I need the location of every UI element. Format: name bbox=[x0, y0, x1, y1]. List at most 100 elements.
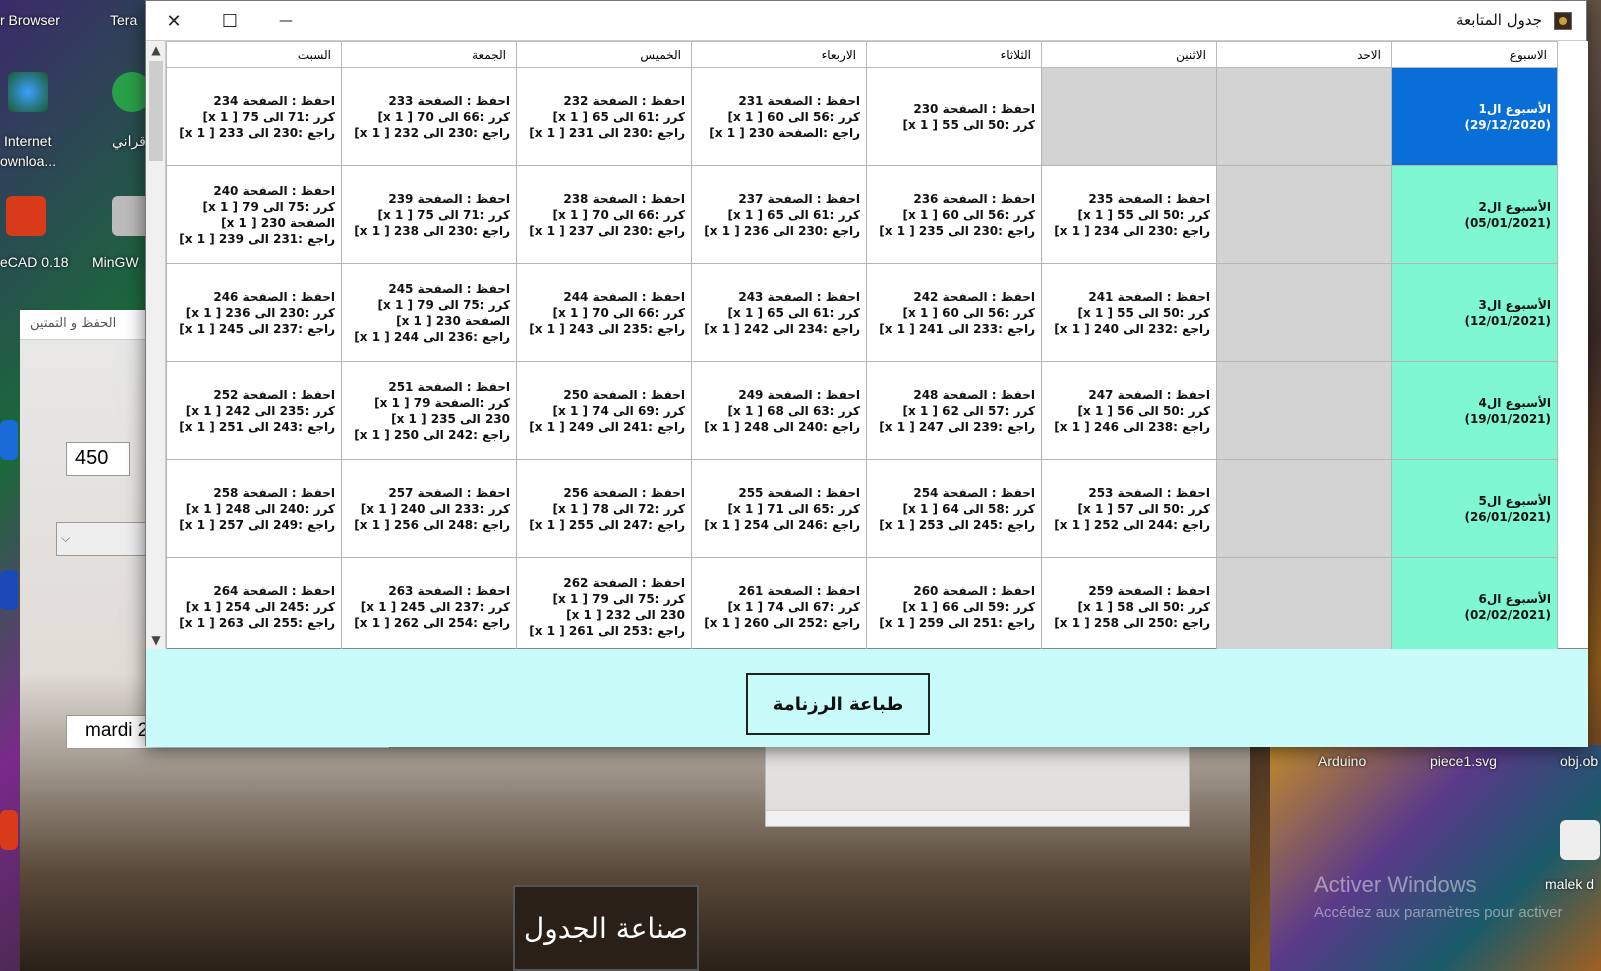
vertical-scrollbar[interactable]: ▲ ▼ bbox=[146, 41, 166, 649]
make-table-button[interactable]: صناعة الجدول bbox=[513, 885, 699, 971]
task-line: كرر :50 الى 55 [ 1 x] bbox=[1077, 207, 1210, 222]
week-date: (19/01/2021) bbox=[1464, 411, 1551, 426]
print-calendar-button[interactable]: طباعة الرزنامة bbox=[746, 673, 930, 735]
day-task-cell[interactable]: احفظ : الصفحة 247 كرر :50 الى 56 [ 1 x] را… bbox=[1041, 361, 1217, 460]
desktop-icon-tera-label[interactable]: Tera bbox=[110, 12, 137, 28]
task-line: احفظ : الصفحة 260 bbox=[913, 583, 1035, 598]
day-task-cell[interactable]: احفظ : الصفحة 264 كرر :245 الى 254 [ 1 x]… bbox=[166, 557, 342, 649]
week-cell[interactable]: الأسبوع ال2 (05/01/2021) bbox=[1391, 165, 1558, 264]
empty-day-cell[interactable] bbox=[1216, 557, 1392, 649]
desktop-icon-arduino-label[interactable]: Arduino bbox=[1318, 753, 1366, 769]
day-task-cell[interactable]: احفظ : الصفحة 231 كرر :56 الى 60 [ 1 x] را… bbox=[691, 67, 867, 166]
minimize-button[interactable]: — bbox=[258, 1, 314, 41]
day-task-cell[interactable]: احفظ : الصفحة 261 كرر :67 الى 74 [ 1 x] را… bbox=[691, 557, 867, 649]
day-task-cell[interactable]: احفظ : الصفحة 257 كرر :233 الى 240 [ 1 x]… bbox=[341, 459, 517, 558]
week-cell[interactable]: الأسبوع ال5 (26/01/2021) bbox=[1391, 459, 1558, 558]
day-task-cell[interactable]: احفظ : الصفحة 243 كرر :61 الى 65 [ 1 x] را… bbox=[691, 263, 867, 362]
day-task-cell[interactable]: احفظ : الصفحة 246 كرر :230 الى 236 [ 1 x]… bbox=[166, 263, 342, 362]
desktop-icon-download-label[interactable]: ownloa... bbox=[0, 153, 56, 169]
day-task-cell[interactable]: احفظ : الصفحة 262 كرر :75 الى 79 [ 1 x] 23… bbox=[516, 557, 692, 649]
maximize-button[interactable]: ☐ bbox=[202, 1, 258, 41]
side-app-icon-2[interactable] bbox=[0, 570, 18, 610]
day-task-cell[interactable]: احفظ : الصفحة 244 كرر :66 الى 70 [ 1 x] را… bbox=[516, 263, 692, 362]
header-friday[interactable]: الجمعة bbox=[341, 41, 517, 68]
horizontal-scrollbar[interactable] bbox=[766, 810, 1189, 826]
header-thursday[interactable]: الخميس bbox=[516, 41, 692, 68]
day-task-cell[interactable]: احفظ : الصفحة 232 كرر :61 الى 65 [ 1 x] را… bbox=[516, 67, 692, 166]
scroll-up-icon[interactable]: ▲ bbox=[146, 41, 166, 59]
week-label: الأسبوع ال4 bbox=[1478, 395, 1551, 410]
day-task-cell[interactable]: احفظ : الصفحة 242 كرر :56 الى 60 [ 1 x] را… bbox=[866, 263, 1042, 362]
desktop-icon-obj-label[interactable]: obj.ob bbox=[1560, 753, 1598, 769]
freecad-icon[interactable] bbox=[6, 196, 46, 236]
scroll-thumb[interactable] bbox=[149, 61, 163, 161]
day-task-cell[interactable]: احفظ : الصفحة 238 كرر :66 الى 70 [ 1 x] را… bbox=[516, 165, 692, 264]
empty-day-cell[interactable] bbox=[1216, 263, 1392, 362]
day-task-cell[interactable]: احفظ : الصفحة 241 كرر :50 الى 55 [ 1 x] را… bbox=[1041, 263, 1217, 362]
week-cell[interactable]: الأسبوع ال3 (12/01/2021) bbox=[1391, 263, 1558, 362]
desktop-icon-quran-label[interactable]: قراني bbox=[112, 133, 146, 150]
side-app-icon[interactable] bbox=[0, 420, 18, 460]
desktop-icon-internet-label[interactable]: Internet bbox=[4, 133, 51, 149]
day-task-cell[interactable]: احفظ : الصفحة 250 كرر :69 الى 74 [ 1 x] را… bbox=[516, 361, 692, 460]
day-task-cell[interactable]: احفظ : الصفحة 236 كرر :56 الى 60 [ 1 x] را… bbox=[866, 165, 1042, 264]
day-task-cell[interactable]: احفظ : الصفحة 249 كرر :63 الى 68 [ 1 x] را… bbox=[691, 361, 867, 460]
desktop-icon-freecad-label[interactable]: eCAD 0.18 bbox=[0, 254, 68, 270]
day-task-cell[interactable]: احفظ : الصفحة 237 كرر :61 الى 65 [ 1 x] را… bbox=[691, 165, 867, 264]
day-task-cell[interactable]: احفظ : الصفحة 255 كرر :65 الى 71 [ 1 x] را… bbox=[691, 459, 867, 558]
empty-day-cell[interactable] bbox=[1216, 361, 1392, 460]
header-wednesday[interactable]: الاربعاء bbox=[691, 41, 867, 68]
pdf-file-icon[interactable] bbox=[1560, 820, 1600, 860]
close-button[interactable]: ✕ bbox=[146, 1, 202, 41]
day-task-cell[interactable]: احفظ : الصفحة 253 كرر :50 الى 57 [ 1 x] را… bbox=[1041, 459, 1217, 558]
table-row: الأسبوع ال1 (29/12/2020) احفظ : الصفحة 230… bbox=[166, 67, 1558, 166]
day-task-cell[interactable]: احفظ : الصفحة 259 كرر :50 الى 58 [ 1 x] را… bbox=[1041, 557, 1217, 649]
header-sunday[interactable]: الاحد bbox=[1216, 41, 1392, 68]
task-line: كرر :237 الى 245 [ 1 x] bbox=[360, 599, 510, 614]
internet-download-icon[interactable] bbox=[8, 72, 48, 112]
empty-day-cell[interactable] bbox=[1216, 67, 1392, 166]
day-task-cell[interactable]: احفظ : الصفحة 239 كرر :71 الى 75 [ 1 x] را… bbox=[341, 165, 517, 264]
task-line: كرر :50 الى 55 [ 1 x] bbox=[1077, 305, 1210, 320]
week-date: (26/01/2021) bbox=[1464, 509, 1551, 524]
day-task-cell[interactable]: احفظ : الصفحة 256 كرر :72 الى 78 [ 1 x] را… bbox=[516, 459, 692, 558]
number-input[interactable]: 450 bbox=[66, 442, 130, 476]
empty-day-cell[interactable] bbox=[1216, 459, 1392, 558]
header-week[interactable]: الاسبوع bbox=[1391, 41, 1558, 68]
task-line: راجع :250 الى 258 [ 1 x] bbox=[1054, 615, 1210, 630]
header-saturday[interactable]: السبت bbox=[166, 41, 342, 68]
week-cell[interactable]: الأسبوع ال4 (19/01/2021) bbox=[1391, 361, 1558, 460]
day-task-cell[interactable]: احفظ : الصفحة 258 كرر :240 الى 248 [ 1 x]… bbox=[166, 459, 342, 558]
day-task-cell[interactable]: احفظ : الصفحة 252 كرر :235 الى 242 [ 1 x]… bbox=[166, 361, 342, 460]
task-line: احفظ : الصفحة 251 bbox=[388, 379, 510, 394]
header-tuesday[interactable]: الثلاثاء bbox=[866, 41, 1042, 68]
empty-day-cell[interactable] bbox=[1216, 165, 1392, 264]
day-task-cell[interactable]: احفظ : الصفحة 260 كرر :59 الى 66 [ 1 x] را… bbox=[866, 557, 1042, 649]
desktop-icon-piece1-label[interactable]: piece1.svg bbox=[1430, 753, 1497, 769]
day-task-cell[interactable]: احفظ : الصفحة 240 كرر :75 الى 79 [ 1 x] ال… bbox=[166, 165, 342, 264]
schedule-grid[interactable]: ▲ ▼ الاسبوع الاحد الاثنين الثلاثاء الارب… bbox=[146, 41, 1588, 649]
empty-day-cell[interactable] bbox=[1041, 67, 1217, 166]
week-label: الأسبوع ال5 bbox=[1478, 493, 1551, 508]
side-app-icon-3[interactable] bbox=[0, 810, 18, 850]
close-icon: ✕ bbox=[166, 10, 182, 32]
day-task-cell[interactable]: احفظ : الصفحة 248 كرر :57 الى 62 [ 1 x] را… bbox=[866, 361, 1042, 460]
desktop-icon-mingw-label[interactable]: MinGW bbox=[92, 254, 139, 270]
week-cell[interactable]: الأسبوع ال6 (02/02/2021) bbox=[1391, 557, 1558, 649]
day-task-cell[interactable]: احفظ : الصفحة 245 كرر :75 الى 79 [ 1 x] ال… bbox=[341, 263, 517, 362]
day-task-cell[interactable]: احفظ : الصفحة 234 كرر :71 الى 75 [ 1 x] را… bbox=[166, 67, 342, 166]
day-task-cell[interactable]: احفظ : الصفحة 235 كرر :50 الى 55 [ 1 x] را… bbox=[1041, 165, 1217, 264]
desktop-icon-browser-label[interactable]: r Browser bbox=[0, 12, 60, 28]
header-monday[interactable]: الاثنين bbox=[1041, 41, 1217, 68]
desktop-icon-malek-label[interactable]: malek d bbox=[1545, 876, 1594, 892]
scroll-down-icon[interactable]: ▼ bbox=[146, 631, 166, 649]
day-task-cell[interactable]: احفظ : الصفحة 230 كرر :50 الى 55 [ 1 x] bbox=[866, 67, 1042, 166]
week-cell[interactable]: الأسبوع ال1 (29/12/2020) bbox=[1391, 67, 1558, 166]
task-line: كرر :61 الى 65 [ 1 x] bbox=[552, 109, 685, 124]
day-task-cell[interactable]: احفظ : الصفحة 251 كرر :الصفحة 79 [ 1 x] 23… bbox=[341, 361, 517, 460]
combo-box[interactable]: ⌵ bbox=[56, 522, 146, 556]
day-task-cell[interactable]: احفظ : الصفحة 263 كرر :237 الى 245 [ 1 x]… bbox=[341, 557, 517, 649]
day-task-cell[interactable]: احفظ : الصفحة 233 كرر :66 الى 70 [ 1 x] را… bbox=[341, 67, 517, 166]
week-label: الأسبوع ال2 bbox=[1478, 199, 1551, 214]
day-task-cell[interactable]: احفظ : الصفحة 254 كرر :58 الى 64 [ 1 x] را… bbox=[866, 459, 1042, 558]
